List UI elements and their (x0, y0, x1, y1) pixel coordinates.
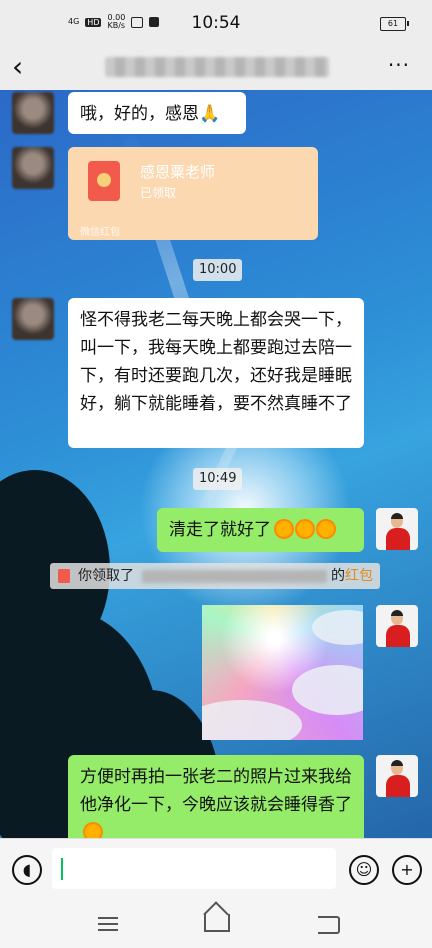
red-packet-title: 感恩粟老师 (140, 163, 216, 181)
message-text: 哦，好的，感恩 (80, 104, 199, 124)
sun-emoji (276, 521, 292, 537)
sun-emoji (85, 824, 101, 838)
sun-emoji (318, 521, 334, 537)
red-packet-icon (58, 569, 70, 583)
sun-emoji (297, 521, 313, 537)
message-text: 方便时再拍一张老二的照片过来我给他净化一下，今晚应该就会睡得香了 (80, 767, 352, 815)
pray-emoji: 🙏 (199, 104, 221, 124)
message-text: 怪不得我老二每天晚上都会哭一下，叫一下，我每天晚上都要跑过去陪一下，有时还要跑几… (80, 310, 352, 414)
timestamp: 10:00 (193, 259, 243, 281)
back-icon[interactable] (318, 916, 340, 934)
my-avatar[interactable] (376, 605, 418, 647)
menu-icon[interactable] (98, 917, 118, 919)
cloud (202, 700, 302, 740)
contact-avatar[interactable] (12, 298, 54, 340)
my-message-bubble[interactable]: 清走了就好了 (157, 508, 364, 552)
message-input[interactable] (52, 848, 336, 889)
system-nav-bar (0, 900, 432, 948)
battery-icon: 61 (380, 17, 409, 31)
red-packet-icon (88, 161, 120, 201)
plus-icon: + (400, 860, 414, 879)
clock: 10:54 (191, 13, 241, 33)
chat-title-redacted (105, 57, 329, 77)
chat-area[interactable]: 哦，好的，感恩🙏 感恩粟老师 已领取 微信红包 10:00 怪不得我老二每天晚上… (0, 90, 432, 838)
text-caret (61, 858, 63, 880)
more-options-button[interactable]: ··· (388, 53, 410, 77)
status-bar: 4G HD 0.00 KB/s 10:54 61 (0, 0, 432, 46)
contact-avatar[interactable] (12, 92, 54, 134)
cloud (312, 610, 363, 645)
cloud (292, 665, 363, 715)
red-packet-footer: 微信红包 (80, 227, 120, 238)
voice-input-button[interactable]: ◖ (12, 855, 42, 885)
chat-header: ‹ ··· (0, 46, 432, 90)
system-notice: 你领取了 的红包 (50, 563, 380, 589)
input-bar: ◖ ☺ + (0, 838, 432, 901)
my-avatar[interactable] (376, 508, 418, 550)
notice-prefix: 你领取了 (78, 568, 134, 584)
my-message-bubble[interactable]: 方便时再拍一张老二的照片过来我给他净化一下，今晚应该就会睡得香了 (68, 755, 364, 838)
message-bubble[interactable]: 怪不得我老二每天晚上都会哭一下，叫一下，我每天晚上都要跑过去陪一下，有时还要跑几… (68, 298, 364, 448)
voice-icon: ◖ (22, 860, 32, 879)
notice-suffix-text: 的 (331, 568, 345, 584)
message-text: 清走了就好了 (169, 520, 271, 540)
red-packet-status: 已领取 (140, 186, 177, 200)
back-button[interactable]: ‹ (12, 50, 23, 83)
red-packet-card[interactable]: 感恩粟老师 已领取 微信红包 (68, 147, 318, 240)
photo-message[interactable] (202, 605, 363, 740)
red-packet-link[interactable]: 红包 (345, 568, 373, 584)
message-bubble[interactable]: 哦，好的，感恩🙏 (68, 92, 246, 134)
redacted-name (142, 570, 327, 583)
emoji-button[interactable]: ☺ (349, 855, 379, 885)
timestamp: 10:49 (193, 468, 243, 490)
my-avatar[interactable] (376, 755, 418, 797)
notice-suffix: 的红包 (331, 563, 373, 589)
home-icon[interactable] (204, 914, 230, 932)
smiley-icon: ☺ (355, 860, 373, 879)
more-functions-button[interactable]: + (392, 855, 422, 885)
contact-avatar[interactable] (12, 147, 54, 189)
